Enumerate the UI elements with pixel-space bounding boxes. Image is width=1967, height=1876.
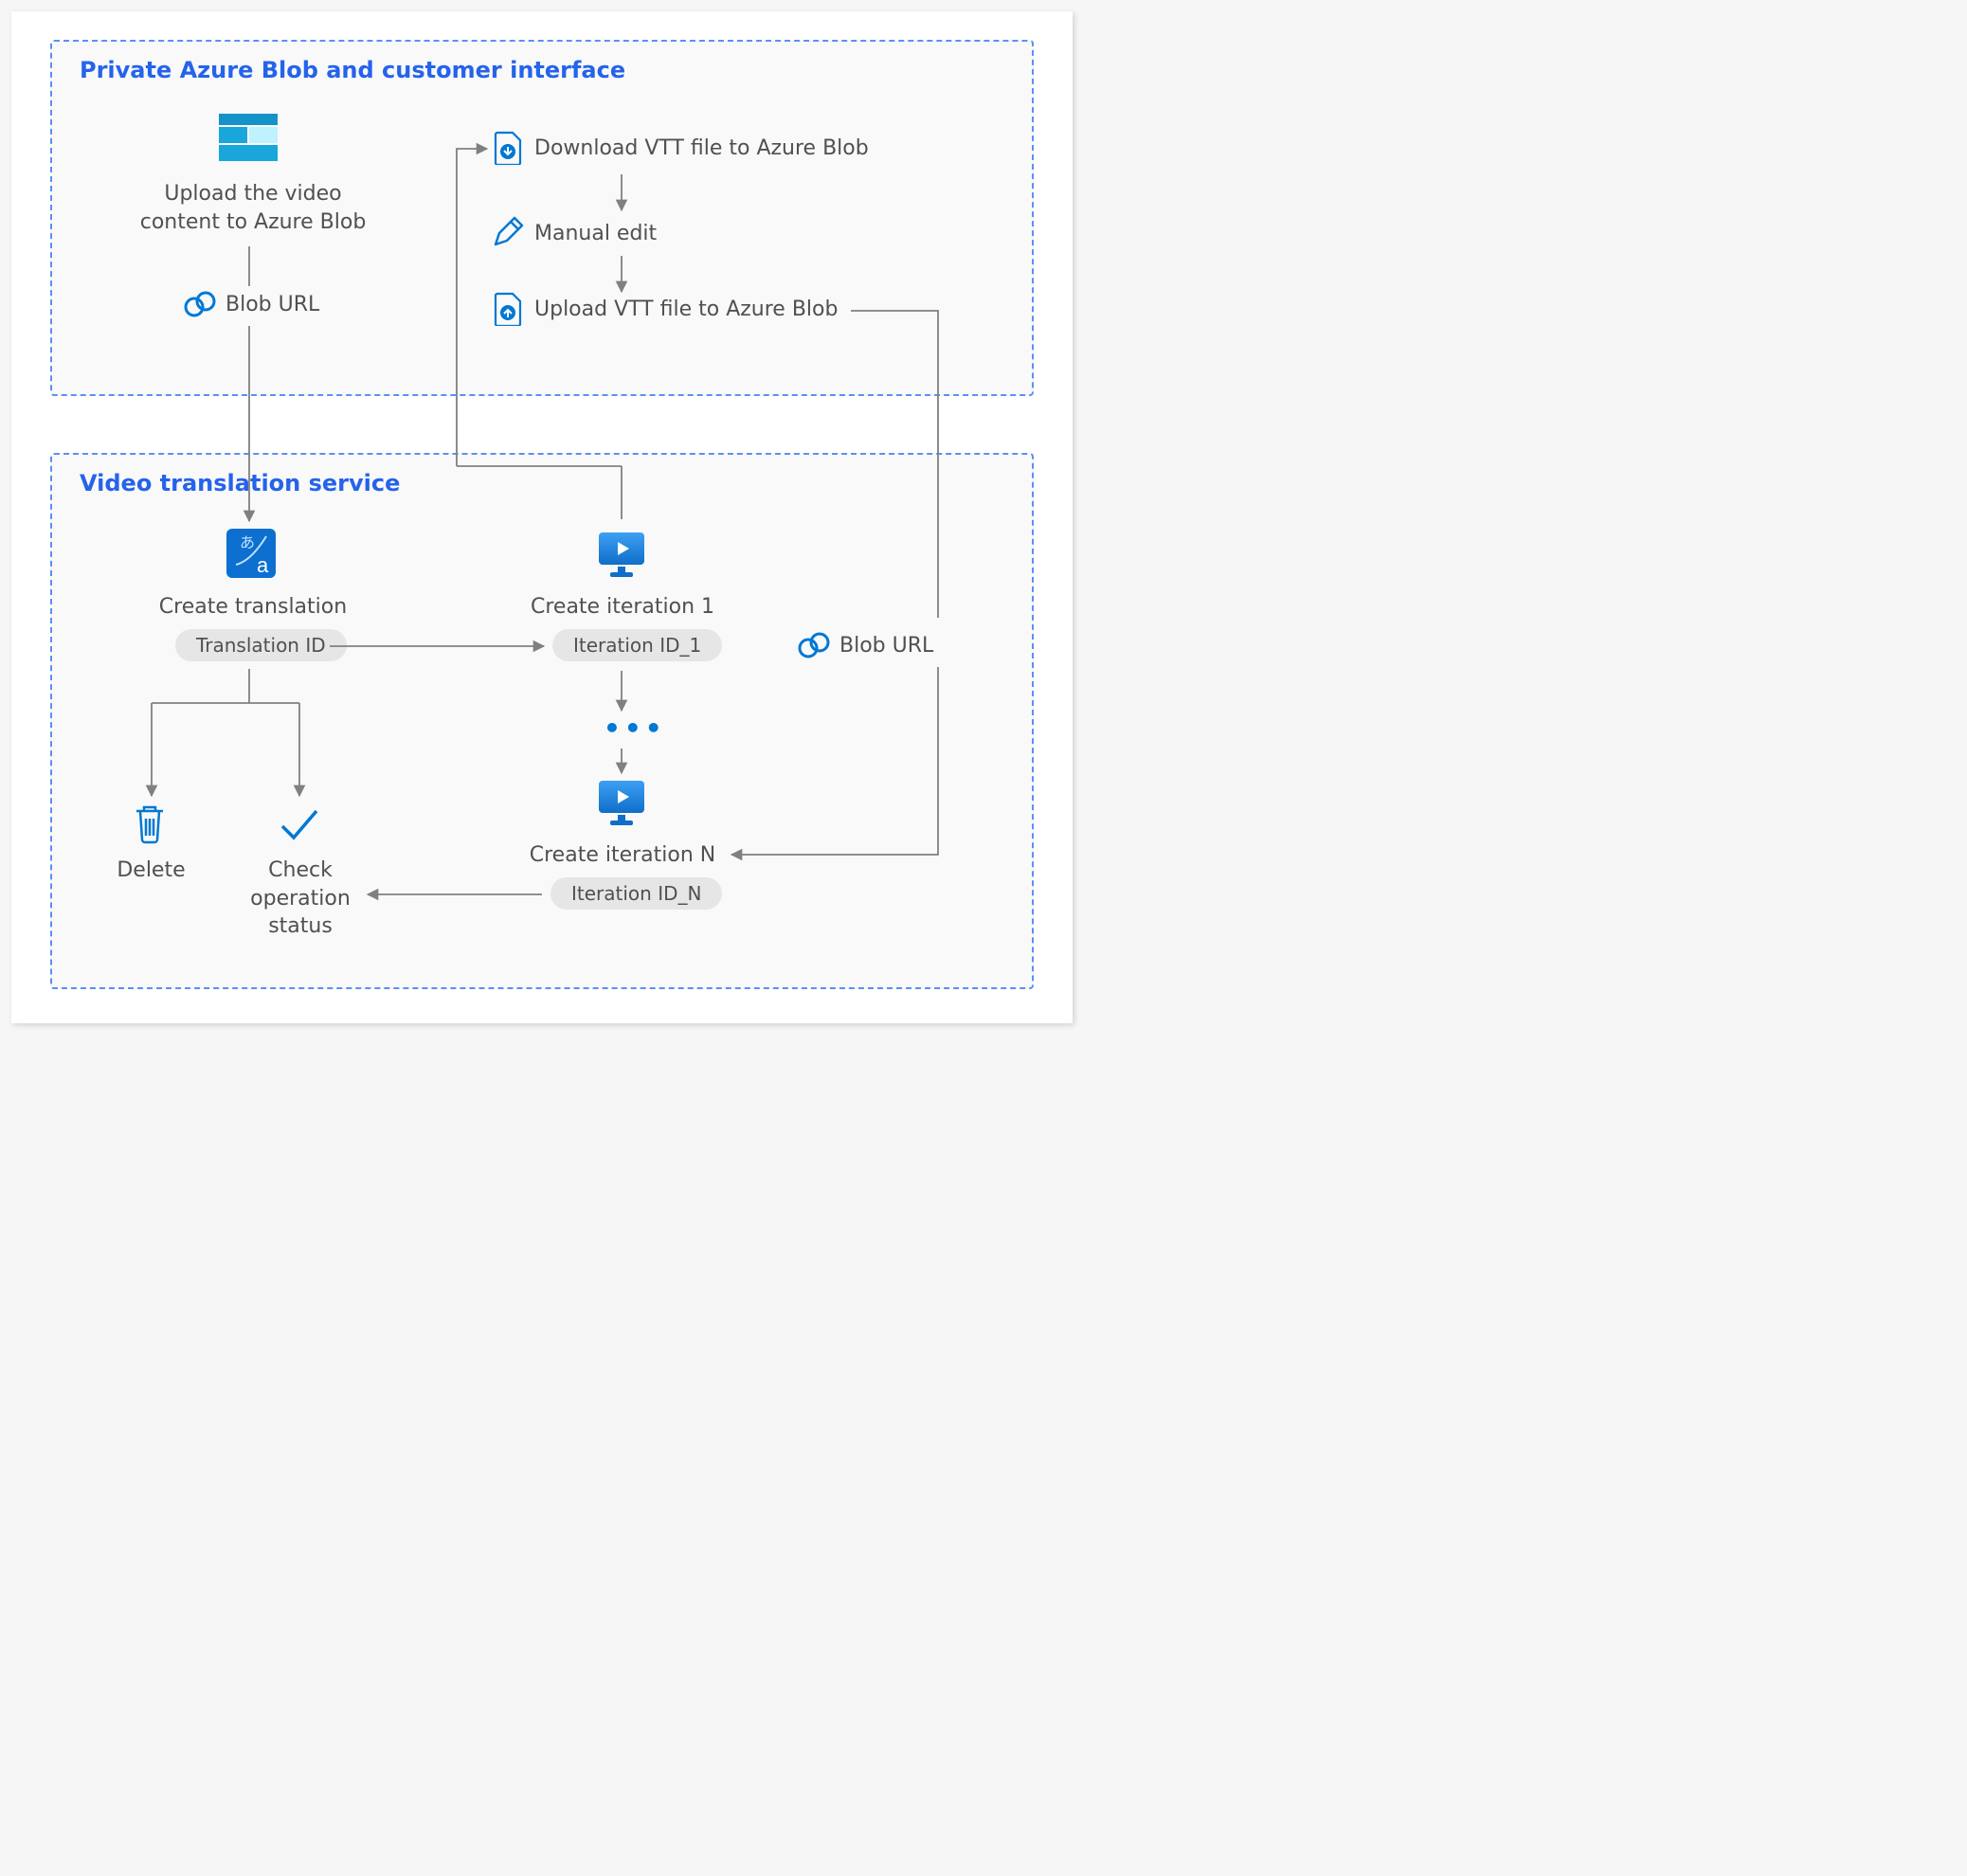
tiles-icon bbox=[219, 114, 278, 167]
upload-vtt-label: Upload VTT file to Azure Blob bbox=[534, 296, 838, 324]
section-video-service bbox=[50, 453, 1034, 989]
translate-icon: あ a bbox=[225, 527, 278, 584]
pencil-icon bbox=[490, 216, 524, 254]
file-download-icon bbox=[494, 131, 522, 169]
create-iteration-n-label: Create iteration N bbox=[523, 841, 722, 870]
translation-id-pill: Translation ID bbox=[175, 629, 347, 661]
blob-url-1-label: Blob URL bbox=[226, 291, 319, 319]
svg-text:a: a bbox=[257, 553, 269, 577]
ellipsis-icon: ••• bbox=[604, 713, 666, 744]
monitor-play-icon bbox=[595, 527, 648, 584]
file-upload-icon bbox=[494, 292, 522, 330]
check-icon bbox=[279, 807, 320, 845]
section-a-title: Private Azure Blob and customer interfac… bbox=[80, 57, 625, 83]
link-icon bbox=[182, 289, 218, 323]
create-translation-label: Create translation bbox=[153, 593, 352, 622]
check-operation-status-label: Check operation status bbox=[244, 857, 357, 941]
blob-url-2-label: Blob URL bbox=[839, 632, 933, 660]
architecture-diagram: Private Azure Blob and customer interfac… bbox=[11, 11, 1073, 1023]
link-icon bbox=[796, 630, 832, 664]
delete-label: Delete bbox=[106, 857, 196, 885]
iteration-id-n-pill: Iteration ID_N bbox=[550, 877, 722, 910]
download-vtt-label: Download VTT file to Azure Blob bbox=[534, 135, 869, 163]
section-b-title: Video translation service bbox=[80, 470, 400, 496]
monitor-play-icon bbox=[595, 775, 648, 832]
trash-icon bbox=[131, 802, 169, 849]
manual-edit-label: Manual edit bbox=[534, 220, 657, 248]
svg-text:あ: あ bbox=[240, 534, 255, 551]
upload-video-label: Upload the video content to Azure Blob bbox=[130, 180, 376, 236]
create-iteration-1-label: Create iteration 1 bbox=[523, 593, 722, 622]
iteration-id-1-pill: Iteration ID_1 bbox=[552, 629, 722, 661]
